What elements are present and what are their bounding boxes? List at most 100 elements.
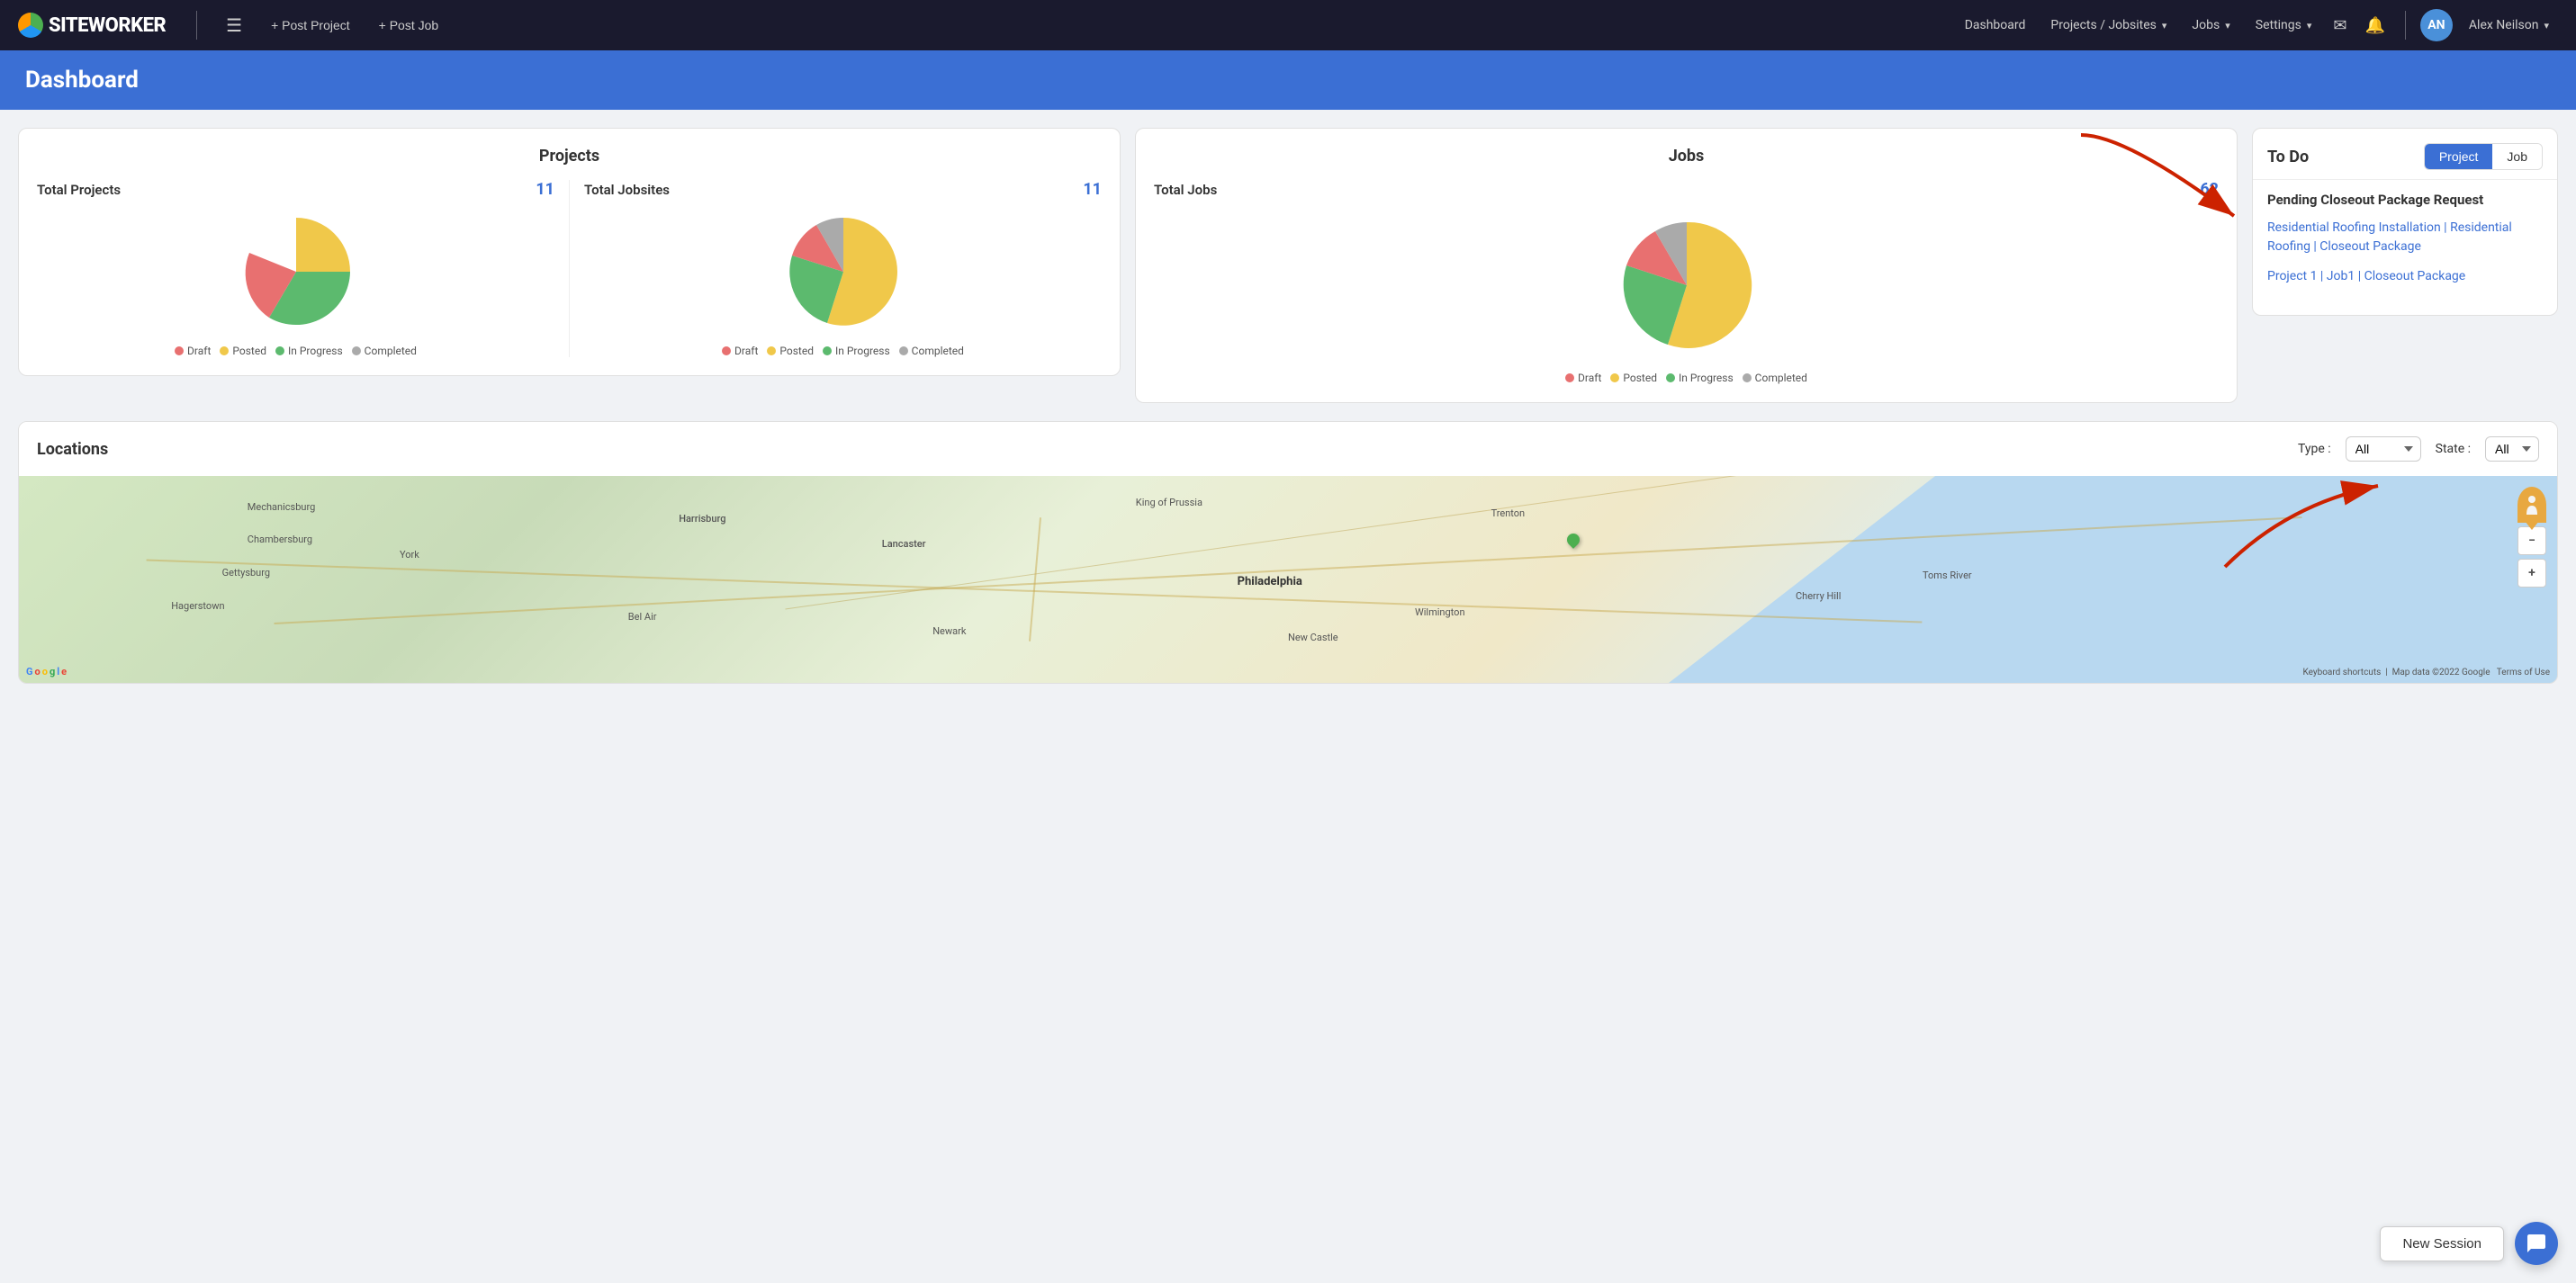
- map-label-king-of-prussia: King of Prussia: [1136, 497, 1202, 508]
- map-marker[interactable]: [1564, 531, 1582, 549]
- map-road-4: [1029, 517, 1041, 642]
- projects-pie-container: [37, 213, 554, 330]
- legend-j-inprogress: In Progress: [823, 345, 890, 357]
- legend-j-draft: Draft: [722, 345, 758, 357]
- map-label-harrisburg: Harrisburg: [679, 513, 725, 525]
- user-name[interactable]: Alex Neilson ▾: [2460, 13, 2558, 38]
- total-jobsites-stat: Total Jobsites 11: [584, 180, 1102, 199]
- jobs-card: Jobs Total Jobs 62: [1135, 128, 2238, 403]
- nav-divider: [196, 11, 197, 40]
- state-filter-label: State :: [2436, 442, 2471, 456]
- total-projects-stat: Total Projects 11: [37, 180, 554, 199]
- projects-card: Projects Total Projects 11: [18, 128, 1121, 376]
- legend-j-completed: Completed: [899, 345, 964, 357]
- map-label-gettysburg: Gettysburg: [222, 567, 270, 579]
- legend-completed-label: Completed: [365, 345, 417, 357]
- jobsites-pie-legend: Draft Posted In Progress Completed: [584, 345, 1102, 357]
- settings-chevron-icon: ▾: [2307, 20, 2312, 31]
- map-label-bel-air: Bel Air: [628, 611, 657, 623]
- legend-inprogress-dot: [275, 346, 284, 355]
- brand-name: SITEWORKER: [49, 14, 166, 37]
- type-filter-select[interactable]: All Project Job: [2346, 436, 2421, 462]
- navbar-right: Dashboard Projects / Jobsites ▾ Jobs ▾ S…: [1956, 9, 2558, 41]
- todo-link-2[interactable]: Project 1 | Job1 | Closeout Package: [2267, 267, 2543, 286]
- jobsites-pie-chart: [785, 213, 902, 330]
- legend-inprogress: In Progress: [275, 345, 343, 357]
- jobs-pie-chart: [1615, 213, 1759, 357]
- map-water: [1669, 476, 2557, 683]
- map-label-philadelphia: Philadelphia: [1238, 575, 1302, 588]
- map-background: Harrisburg Lancaster Philadelphia Trento…: [19, 476, 2557, 683]
- page-title: Dashboard: [25, 67, 2551, 94]
- legend-jobs-completed: Completed: [1743, 372, 1807, 384]
- map-area[interactable]: Harrisburg Lancaster Philadelphia Trento…: [19, 476, 2557, 683]
- todo-tab-project[interactable]: Project: [2425, 144, 2493, 169]
- nav-divider-2: [2405, 11, 2406, 40]
- locations-section: Locations Type : All Project Job State :…: [18, 421, 2558, 684]
- map-label-york: York: [400, 549, 419, 561]
- todo-panel: To Do Project Job Pending Closeout Packa…: [2252, 128, 2558, 316]
- post-job-button[interactable]: + Post Job: [372, 13, 446, 38]
- total-projects-value: 11: [536, 180, 554, 199]
- legend-draft: Draft: [175, 345, 211, 357]
- jobs-chevron-icon: ▾: [2225, 20, 2230, 31]
- todo-section-title: Pending Closeout Package Request: [2267, 191, 2543, 210]
- map-zoom-in[interactable]: +: [2517, 559, 2546, 588]
- nav-jobs[interactable]: Jobs ▾: [2183, 13, 2238, 38]
- map-label-cherry-hill: Cherry Hill: [1796, 590, 1841, 602]
- map-label-wilmington: Wilmington: [1415, 606, 1465, 618]
- projects-pie-legend: Draft Posted In Progress Completed: [37, 345, 554, 357]
- map-label-toms-river: Toms River: [1923, 570, 1972, 581]
- nav-settings[interactable]: Settings ▾: [2247, 13, 2321, 38]
- todo-tab-job[interactable]: Job: [2492, 144, 2542, 169]
- map-pegman[interactable]: [2517, 487, 2546, 523]
- todo-tabs: Project Job: [2424, 143, 2543, 170]
- menu-button[interactable]: ☰: [219, 11, 249, 40]
- brand-icon: [18, 13, 43, 38]
- locations-header: Locations Type : All Project Job State :…: [19, 422, 2557, 476]
- google-brand: G o o g l e: [26, 666, 67, 677]
- projects-chevron-icon: ▾: [2162, 20, 2167, 31]
- todo-title: To Do: [2267, 148, 2413, 166]
- jobs-pie-legend: Draft Posted In Progress Completed: [1154, 372, 2219, 384]
- total-projects-label: Total Projects: [37, 182, 121, 198]
- brand-logo[interactable]: SITEWORKER: [18, 13, 166, 38]
- bell-icon[interactable]: 🔔: [2360, 11, 2391, 40]
- legend-draft-label: Draft: [187, 345, 211, 357]
- total-jobsites-label: Total Jobsites: [584, 182, 670, 198]
- legend-jobs-draft: Draft: [1565, 372, 1601, 384]
- legend-posted: Posted: [220, 345, 266, 357]
- nav-projects-jobsites[interactable]: Projects / Jobsites ▾: [2041, 13, 2175, 38]
- post-project-button[interactable]: + Post Project: [264, 13, 357, 38]
- legend-completed: Completed: [352, 345, 417, 357]
- todo-link-1[interactable]: Residential Roofing Installation | Resid…: [2267, 219, 2543, 256]
- jobsites-pie-container: [584, 213, 1102, 330]
- state-filter-select[interactable]: All PA NJ DE: [2485, 436, 2539, 462]
- navbar: SITEWORKER ☰ + Post Project + Post Job D…: [0, 0, 2576, 50]
- page-header: Dashboard: [0, 50, 2576, 110]
- avatar[interactable]: AN: [2420, 9, 2453, 41]
- legend-j-posted: Posted: [767, 345, 814, 357]
- map-attribution: Keyboard shortcuts | Map data ©2022 Goog…: [2303, 668, 2551, 677]
- main-content: Projects Total Projects 11: [0, 110, 2576, 421]
- todo-header: To Do Project Job: [2253, 129, 2557, 179]
- map-label-lancaster: Lancaster: [882, 538, 926, 550]
- legend-posted-label: Posted: [232, 345, 266, 357]
- mail-icon[interactable]: ✉: [2328, 11, 2352, 40]
- map-zoom-out[interactable]: −: [2517, 526, 2546, 555]
- new-session-button[interactable]: New Session: [2380, 1226, 2504, 1261]
- nav-dashboard[interactable]: Dashboard: [1956, 13, 2035, 38]
- map-controls: − +: [2517, 487, 2546, 588]
- legend-draft-dot: [175, 346, 184, 355]
- keyboard-shortcuts[interactable]: Keyboard shortcuts: [2303, 668, 2382, 677]
- terms-of-use[interactable]: Terms of Use: [2497, 668, 2550, 677]
- jobs-card-title: Jobs: [1154, 147, 2219, 166]
- chat-bubble[interactable]: [2515, 1222, 2558, 1265]
- map-label-mechanicsburg: Mechanicsburg: [248, 501, 315, 513]
- map-data: Map data ©2022 Google: [2392, 668, 2490, 677]
- todo-content: Pending Closeout Package Request Residen…: [2253, 179, 2557, 315]
- legend-jobs-inprogress: In Progress: [1666, 372, 1734, 384]
- map-label-trenton: Trenton: [1491, 507, 1526, 519]
- map-label-newark: Newark: [932, 625, 966, 637]
- total-jobsites-value: 11: [1083, 180, 1102, 199]
